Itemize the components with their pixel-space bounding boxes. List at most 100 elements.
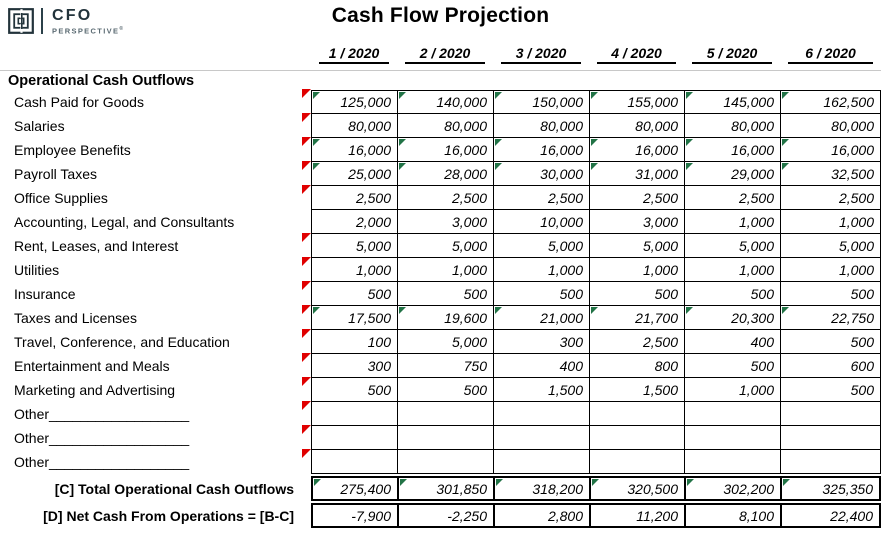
comment-indicator-icon[interactable] [302,329,311,338]
table-cell[interactable]: 5,000 [311,234,397,258]
table-cell[interactable] [780,450,881,474]
table-cell[interactable]: 20,300 [684,306,780,330]
table-cell[interactable] [684,450,780,474]
comment-indicator-icon[interactable] [302,305,311,314]
table-cell[interactable]: 2,500 [397,186,493,210]
table-cell[interactable]: 2,500 [684,186,780,210]
table-cell[interactable]: 16,000 [780,138,881,162]
table-cell[interactable]: 3,000 [397,210,493,234]
table-cell[interactable]: 16,000 [684,138,780,162]
table-cell[interactable]: 1,000 [780,210,881,234]
table-cell[interactable] [493,426,589,450]
table-cell[interactable]: -2,250 [397,503,493,528]
table-cell[interactable]: 500 [311,378,397,402]
comment-indicator-icon[interactable] [302,257,311,266]
table-cell[interactable]: 5,000 [397,330,493,354]
table-cell[interactable]: 11,200 [589,503,684,528]
table-cell[interactable] [684,402,780,426]
table-cell[interactable]: 32,500 [780,162,881,186]
table-cell[interactable]: 125,000 [311,90,397,114]
table-cell[interactable]: 80,000 [493,114,589,138]
table-cell[interactable]: 2,500 [780,186,881,210]
table-cell[interactable]: 2,500 [311,186,397,210]
table-cell[interactable]: 28,000 [397,162,493,186]
comment-indicator-icon[interactable] [302,89,311,98]
table-cell[interactable]: 10,000 [493,210,589,234]
table-cell[interactable]: 500 [780,378,881,402]
table-cell[interactable] [397,402,493,426]
table-cell[interactable]: 80,000 [780,114,881,138]
table-cell[interactable]: 400 [493,354,589,378]
table-cell[interactable] [311,402,397,426]
table-cell[interactable] [780,402,881,426]
comment-indicator-icon[interactable] [302,449,311,458]
table-cell[interactable]: 5,000 [684,234,780,258]
table-cell[interactable]: 500 [684,354,780,378]
table-cell[interactable]: -7,900 [311,503,397,528]
table-cell[interactable]: 8,100 [684,503,780,528]
comment-indicator-icon[interactable] [302,425,311,434]
table-cell[interactable]: 16,000 [311,138,397,162]
table-cell[interactable]: 21,700 [589,306,684,330]
comment-indicator-icon[interactable] [302,233,311,242]
table-cell[interactable]: 500 [397,282,493,306]
comment-indicator-icon[interactable] [302,377,311,386]
table-cell[interactable] [397,450,493,474]
table-cell[interactable]: 22,400 [780,503,881,528]
table-cell[interactable]: 800 [589,354,684,378]
table-cell[interactable]: 1,000 [493,258,589,282]
comment-indicator-icon[interactable] [302,185,311,194]
table-cell[interactable]: 1,000 [684,378,780,402]
table-cell[interactable]: 1,000 [311,258,397,282]
table-cell[interactable]: 16,000 [493,138,589,162]
table-cell[interactable]: 500 [397,378,493,402]
table-cell[interactable]: 302,200 [684,476,780,501]
comment-indicator-icon[interactable] [302,137,311,146]
table-cell[interactable]: 320,500 [589,476,684,501]
table-cell[interactable]: 750 [397,354,493,378]
table-cell[interactable]: 22,750 [780,306,881,330]
table-cell[interactable] [493,402,589,426]
table-cell[interactable] [493,450,589,474]
table-cell[interactable]: 80,000 [589,114,684,138]
table-cell[interactable]: 2,500 [493,186,589,210]
table-cell[interactable]: 30,000 [493,162,589,186]
table-cell[interactable]: 1,000 [684,210,780,234]
table-cell[interactable]: 150,000 [493,90,589,114]
table-cell[interactable]: 500 [493,282,589,306]
table-cell[interactable]: 1,000 [589,258,684,282]
table-cell[interactable]: 500 [780,330,881,354]
table-cell[interactable]: 1,500 [589,378,684,402]
table-cell[interactable] [397,426,493,450]
table-cell[interactable]: 600 [780,354,881,378]
table-cell[interactable]: 80,000 [684,114,780,138]
table-cell[interactable]: 2,000 [311,210,397,234]
table-cell[interactable]: 17,500 [311,306,397,330]
table-cell[interactable]: 155,000 [589,90,684,114]
table-cell[interactable]: 500 [780,282,881,306]
table-cell[interactable] [589,402,684,426]
table-cell[interactable]: 1,000 [684,258,780,282]
table-cell[interactable]: 400 [684,330,780,354]
table-cell[interactable]: 5,000 [493,234,589,258]
table-cell[interactable]: 1,500 [493,378,589,402]
table-cell[interactable] [589,450,684,474]
table-cell[interactable]: 5,000 [780,234,881,258]
table-cell[interactable]: 318,200 [493,476,589,501]
table-cell[interactable]: 21,000 [493,306,589,330]
table-cell[interactable] [589,426,684,450]
table-cell[interactable]: 16,000 [397,138,493,162]
table-cell[interactable]: 2,500 [589,330,684,354]
table-cell[interactable]: 16,000 [589,138,684,162]
table-cell[interactable]: 300 [311,354,397,378]
table-cell[interactable] [684,426,780,450]
table-cell[interactable]: 3,000 [589,210,684,234]
table-cell[interactable]: 25,000 [311,162,397,186]
table-cell[interactable]: 100 [311,330,397,354]
comment-indicator-icon[interactable] [302,281,311,290]
table-cell[interactable] [311,450,397,474]
table-cell[interactable] [311,426,397,450]
table-cell[interactable]: 500 [684,282,780,306]
table-cell[interactable]: 300 [493,330,589,354]
table-cell[interactable]: 80,000 [397,114,493,138]
